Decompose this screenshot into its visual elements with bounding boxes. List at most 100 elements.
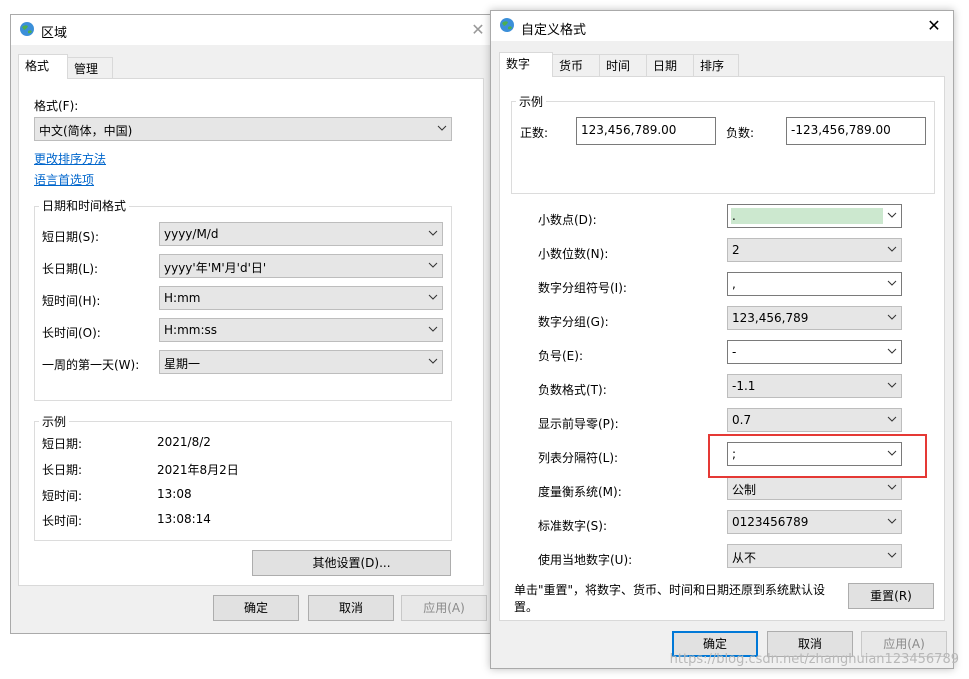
example-short-date-label: 短日期: [42,437,83,451]
region-titlebar[interactable]: 区域 ✕ [11,15,493,45]
window-title: 区域 [41,26,68,41]
decimal-symbol-value: . [732,209,736,223]
native-digits-label: 使用当地数字(U): [538,553,633,567]
short-time-value: H:mm [164,291,201,305]
long-date-label: 长日期(L): [42,262,99,276]
chevron-down-icon [428,326,438,332]
example-long-date-value: 2021年8月2日 [157,463,239,477]
chevron-down-icon [887,246,897,252]
tab-date[interactable]: 日期 [646,54,694,76]
digit-group-symbol-value: , [732,277,736,291]
tab-format[interactable]: 格式 [18,54,68,79]
leading-zero-select[interactable]: 0.7 [727,408,902,432]
positive-value: 123,456,789.00 [581,123,677,137]
other-settings-button[interactable]: 其他设置(D)... [252,550,451,576]
chevron-down-icon [887,484,897,490]
short-date-value: yyyy/M/d [164,227,219,241]
first-day-label: 一周的第一天(W): [42,358,140,372]
standard-digits-label: 标准数字(S): [538,519,608,533]
native-digits-select[interactable]: 从不 [727,544,902,568]
chevron-down-icon [887,314,897,320]
tab-number[interactable]: 数字 [499,52,553,77]
standard-digits-value: 0123456789 [732,515,809,529]
native-digits-value: 从不 [732,551,757,565]
negative-label: 负数: [726,126,755,140]
negative-sign-label: 负号(E): [538,349,583,363]
digit-grouping-value: 123,456,789 [732,311,809,325]
language-pref-link[interactable]: 语言首选项 [34,171,94,188]
negative-value: -123,456,789.00 [791,123,891,137]
custom-titlebar[interactable]: 自定义格式 ✕ [491,11,953,41]
short-time-label: 短时间(H): [42,294,101,308]
watermark-text: https://blog.csdn.net/zhanghuian12345678… [669,652,959,667]
highlight-annotation-box [708,434,927,478]
first-day-select[interactable]: 星期一 [159,350,443,374]
example-group-title: 示例 [516,93,547,110]
negative-format-select[interactable]: -1.1 [727,374,902,398]
close-icon[interactable]: ✕ [467,19,489,41]
decimal-symbol-label: 小数点(D): [538,213,597,227]
negative-format-value: -1.1 [732,379,756,393]
close-icon[interactable]: ✕ [923,15,945,37]
selection-highlight [731,208,883,224]
digit-group-symbol-combo[interactable]: , [727,272,902,296]
custom-format-window: 自定义格式 ✕ 数字 货币 时间 日期 排序 示例 正数: 123,456,78… [490,10,954,669]
negative-sign-value: - [732,345,737,359]
example-short-time-label: 短时间: [42,489,83,503]
datetime-group-title: 日期和时间格式 [39,197,130,214]
chevron-down-icon [887,382,897,388]
long-time-select[interactable]: H:mm:ss [159,318,443,342]
chevron-down-icon [887,518,897,524]
chevron-down-icon [428,358,438,364]
example-short-date-value: 2021/8/2 [157,435,211,449]
positive-example: 123,456,789.00 [576,117,716,145]
long-time-label: 长时间(O): [42,326,101,340]
example-long-date-label: 长日期: [42,463,83,477]
cancel-button[interactable]: 取消 [308,595,394,621]
tab-manage[interactable]: 管理 [67,57,113,79]
decimal-digits-select[interactable]: 2 [727,238,902,262]
long-date-value: yyyy'年'M'月'd'日' [164,261,267,275]
format-panel: 格式(F): 中文(简体，中国) 更改排序方法 语言首选项 日期和时间格式 短日… [18,78,484,586]
chevron-down-icon [428,262,438,268]
chevron-down-icon [887,416,897,422]
apply-button[interactable]: 应用(A) [401,595,487,621]
standard-digits-select[interactable]: 0123456789 [727,510,902,534]
chevron-down-icon [437,125,447,131]
decimal-symbol-combo[interactable]: . [727,204,902,228]
positive-label: 正数: [520,126,549,140]
negative-sign-combo[interactable]: - [727,340,902,364]
example-group-title: 示例 [39,413,70,430]
globe-icon [500,18,514,32]
chevron-down-icon [887,212,897,218]
long-date-select[interactable]: yyyy'年'M'月'd'日' [159,254,443,278]
first-day-value: 星期一 [164,357,201,371]
short-date-label: 短日期(S): [42,230,100,244]
globe-icon [20,22,34,36]
example-group [34,421,452,541]
format-select[interactable]: 中文(简体，中国) [34,117,452,141]
measurement-system-value: 公制 [732,483,757,497]
digit-grouping-select[interactable]: 123,456,789 [727,306,902,330]
example-short-time-value: 13:08 [157,487,192,501]
negative-format-label: 负数格式(T): [538,383,607,397]
short-date-select[interactable]: yyyy/M/d [159,222,443,246]
short-time-select[interactable]: H:mm [159,286,443,310]
digit-group-symbol-label: 数字分组符号(I): [538,281,627,295]
ok-button[interactable]: 确定 [213,595,299,621]
reset-button[interactable]: 重置(R) [848,583,934,609]
change-sort-link[interactable]: 更改排序方法 [34,150,106,167]
measurement-system-select[interactable]: 公制 [727,476,902,500]
window-title: 自定义格式 [521,23,587,38]
format-value: 中文(简体，中国) [39,124,133,138]
digit-grouping-label: 数字分组(G): [538,315,609,329]
tab-sort[interactable]: 排序 [693,54,739,76]
example-long-time-label: 长时间: [42,514,83,528]
leading-zero-label: 显示前导零(P): [538,417,619,431]
negative-example: -123,456,789.00 [786,117,926,145]
tab-currency[interactable]: 货币 [552,54,600,76]
tab-time[interactable]: 时间 [599,54,647,76]
decimal-digits-label: 小数位数(N): [538,247,609,261]
list-separator-label: 列表分隔符(L): [538,451,619,465]
reset-note: 单击"重置"，将数字、货币、时间和日期还原到系统默认设置。 [514,583,826,614]
